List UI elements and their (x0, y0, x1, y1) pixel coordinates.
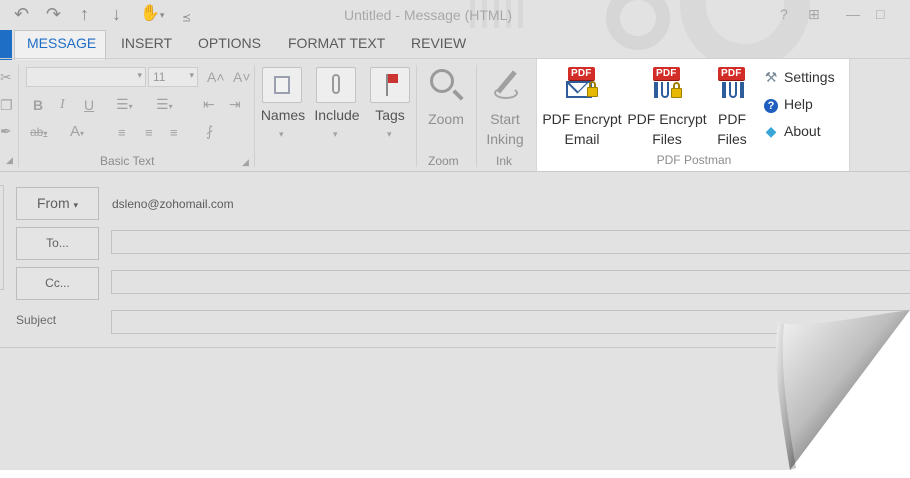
paperclip-icon[interactable] (316, 67, 356, 103)
pdf-encrypt-files-label-line2: Files (652, 131, 682, 147)
help-button-pdf[interactable]: ? Help (763, 94, 813, 114)
tab-options[interactable]: OPTIONS (198, 35, 261, 51)
highlight-icon[interactable]: ab▾ (30, 125, 47, 139)
ribbon-tabs: MESSAGE INSERT OPTIONS FORMAT TEXT REVIE… (0, 30, 910, 58)
start-inking-button-line2[interactable]: Inking (480, 131, 530, 147)
tab-review[interactable]: REVIEW (411, 35, 466, 51)
align-center-icon[interactable]: ≡ (145, 125, 153, 140)
shrink-font-icon[interactable]: A˅ (233, 69, 251, 85)
window-title: Untitled - Message (HTML) (344, 7, 513, 23)
numbering-icon[interactable]: ☰▾ (156, 96, 173, 113)
bold-icon[interactable]: B (33, 97, 43, 113)
font-color-icon[interactable]: A▾ (70, 123, 84, 140)
subject-label: Subject (16, 313, 57, 327)
underline-icon[interactable]: U (84, 97, 94, 113)
names-button[interactable]: Names (259, 107, 307, 123)
pdf-encrypt-email-button[interactable]: PDF PDF Encrypt Email (540, 67, 624, 149)
font-size-combo[interactable]: 11 ▾ (148, 67, 198, 87)
decrease-indent-icon[interactable]: ⇤ (203, 96, 215, 113)
clipboard-launcher-icon[interactable]: ◢ (6, 155, 13, 166)
zoom-button[interactable]: Zoom (420, 111, 472, 127)
flag-icon[interactable] (370, 67, 410, 103)
pdf-files-lock-icon: PDF (649, 67, 685, 101)
settings-label: Settings (784, 69, 835, 85)
pdf-envelope-lock-icon: PDF (564, 67, 600, 101)
pdf-postman-group: PDF PDF Encrypt Email PDF PDF Encrypt Fi… (536, 59, 850, 171)
tab-insert[interactable]: INSERT (121, 35, 172, 51)
pdf-postman-group-label: PDF Postman (656, 153, 732, 167)
arrow-down-icon[interactable]: ↓ (112, 4, 121, 24)
message-body-divider (0, 347, 910, 348)
help-circle-icon: ? (763, 94, 779, 114)
group-separator (416, 65, 417, 167)
cc-button[interactable]: Cc... (16, 267, 99, 300)
magnifier-icon[interactable] (428, 67, 464, 103)
pdf-files-label-line1: PDF (718, 111, 746, 127)
subject-field[interactable] (111, 310, 910, 334)
settings-button[interactable]: ⚒ Settings (763, 67, 835, 87)
undo-icon[interactable]: ↶ (14, 4, 29, 24)
tab-format-text[interactable]: FORMAT TEXT (288, 35, 385, 51)
pdf-encrypt-files-label-line1: PDF Encrypt (627, 111, 707, 127)
group-separator (476, 65, 477, 167)
grow-font-icon[interactable]: A˄ (207, 69, 225, 85)
from-button[interactable]: From ▾ (16, 187, 99, 220)
group-separator (254, 65, 255, 167)
from-address: dsleno@zohomail.com (112, 197, 234, 211)
chevron-down-icon: ▾ (73, 200, 79, 210)
pdf-encrypt-email-label-line1: PDF Encrypt (542, 111, 622, 127)
tab-message[interactable]: MESSAGE (27, 35, 96, 51)
basic-text-launcher-icon[interactable]: ◢ (242, 157, 249, 168)
settings-tools-icon: ⚒ (764, 69, 778, 85)
ribbon-display-options-icon[interactable]: ⊞ (808, 6, 820, 23)
names-dropdown-icon[interactable]: ▾ (279, 129, 284, 140)
increase-indent-icon[interactable]: ⇥ (229, 96, 241, 113)
basic-text-group-label: Basic Text (100, 154, 155, 168)
about-label: About (784, 123, 821, 139)
pdf-files-button[interactable]: PDF PDF Files (709, 67, 755, 149)
pdf-files-label-line2: Files (717, 131, 747, 147)
from-label: From (36, 195, 70, 211)
minimize-icon[interactable]: — (846, 6, 860, 22)
help-label: Help (784, 96, 813, 112)
about-gem-icon: ◆ (765, 123, 777, 139)
align-left-icon[interactable]: ≡ (118, 125, 126, 140)
send-button-edge[interactable] (0, 185, 4, 290)
tags-dropdown-icon[interactable]: ▾ (387, 129, 392, 140)
help-button[interactable]: ? (780, 6, 788, 22)
font-name-combo[interactable]: ▾ (26, 67, 146, 87)
cut-icon[interactable]: ✂ (0, 69, 12, 86)
maximize-icon[interactable]: □ (876, 6, 884, 22)
about-button[interactable]: ◆ About (763, 121, 821, 141)
ink-pen-icon[interactable] (488, 67, 524, 103)
align-right-icon[interactable]: ≡ (170, 125, 178, 140)
touch-mode-icon[interactable]: ✋▾ (140, 4, 164, 25)
clear-formatting-icon[interactable]: ⨏ (206, 123, 213, 140)
arrow-up-icon[interactable]: ↑ (80, 4, 89, 24)
tags-button[interactable]: Tags (369, 107, 411, 123)
customize-qat-icon[interactable]: ⪯ (182, 8, 191, 28)
pdf-encrypt-files-button[interactable]: PDF PDF Encrypt Files (625, 67, 709, 149)
bullets-icon[interactable]: ☰▾ (116, 96, 133, 113)
font-size-value: 11 (153, 70, 166, 84)
start-inking-button-line1[interactable]: Start (480, 111, 530, 127)
cc-field[interactable] (111, 270, 910, 294)
ink-group-label: Ink (496, 154, 513, 168)
italic-icon[interactable]: I (60, 97, 65, 113)
address-book-icon[interactable] (262, 67, 302, 103)
copy-icon[interactable]: ❐ (0, 97, 13, 114)
format-painter-icon[interactable]: ✒ (0, 123, 12, 140)
redo-icon[interactable]: ↷ (46, 4, 61, 24)
group-separator (18, 65, 19, 167)
include-button[interactable]: Include (311, 107, 363, 123)
pdf-files-icon: PDF (714, 67, 750, 101)
outlook-message-window: ↶ ↷ ↑ ↓ ✋▾ ⪯ Untitled - Message (HTML) ?… (0, 0, 910, 470)
include-dropdown-icon[interactable]: ▾ (333, 129, 338, 140)
to-field[interactable] (111, 230, 910, 254)
to-button[interactable]: To... (16, 227, 99, 260)
title-bar: ↶ ↷ ↑ ↓ ✋▾ ⪯ Untitled - Message (HTML) ?… (0, 0, 910, 30)
pdf-encrypt-email-label-line2: Email (564, 131, 600, 147)
zoom-group-label: Zoom (428, 154, 459, 168)
